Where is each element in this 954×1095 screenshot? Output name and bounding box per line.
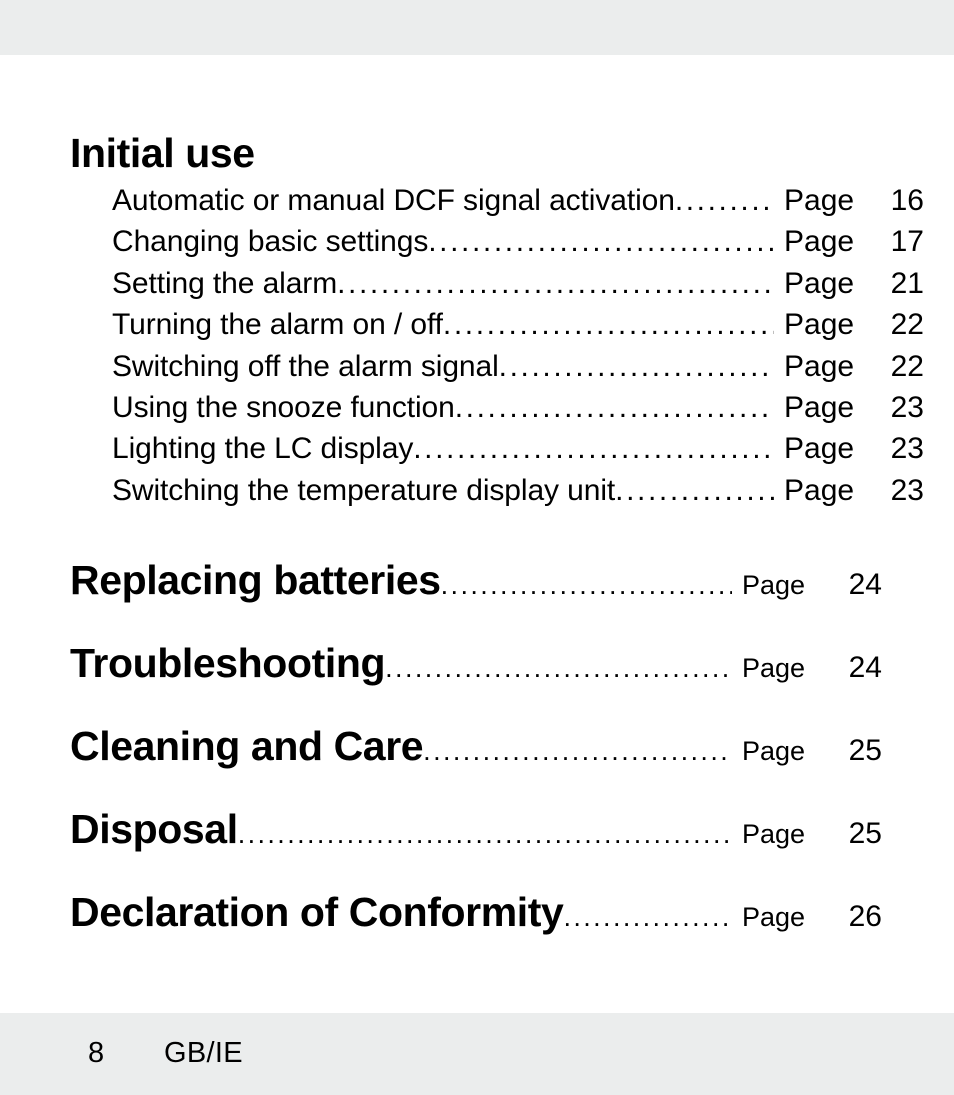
toc-major-page-label: Page bbox=[742, 902, 806, 933]
toc-major-page-label: Page bbox=[742, 653, 806, 684]
toc-dot-leader bbox=[499, 346, 774, 387]
toc-entry-label: Turning the alarm on / off bbox=[112, 308, 443, 342]
toc-entry-label: Switching the temperature display unit bbox=[112, 473, 616, 507]
toc-dot-leader bbox=[423, 736, 732, 767]
toc-sub-entry-list: Automatic or manual DCF signal activatio… bbox=[70, 180, 924, 511]
toc-major-entry[interactable]: Cleaning and Care Page 25 bbox=[70, 723, 882, 806]
toc-major-page-number: 24 bbox=[848, 651, 882, 685]
toc-entry-label: Changing basic settings bbox=[112, 225, 429, 259]
toc-major-page-label: Page bbox=[742, 819, 806, 850]
toc-entry-label: Lighting the LC display bbox=[112, 432, 414, 466]
footer-locale-label: GB/IE bbox=[164, 1037, 243, 1069]
toc-entry-page-number: 22 bbox=[890, 308, 924, 342]
toc-major-page-number: 24 bbox=[848, 568, 882, 602]
page-content: Initial use Automatic or manual DCF sign… bbox=[0, 55, 954, 1013]
toc-entry-page-label: Page bbox=[784, 473, 855, 507]
toc-section-initial-use: Initial use Automatic or manual DCF sign… bbox=[70, 130, 924, 511]
toc-entry-page-number: 17 bbox=[890, 225, 924, 259]
toc-dot-leader bbox=[238, 819, 732, 850]
toc-dot-leader bbox=[615, 470, 774, 511]
toc-major-entry[interactable]: Replacing batteries Page 24 bbox=[70, 557, 882, 640]
toc-entry-label: Setting the alarm bbox=[112, 266, 338, 300]
toc-entry-label: Automatic or manual DCF signal activatio… bbox=[112, 184, 675, 217]
toc-major-label: Cleaning and Care bbox=[70, 723, 424, 770]
toc-entry[interactable]: Lighting the LC display Page 23 bbox=[70, 428, 924, 469]
toc-major-page-number: 26 bbox=[848, 900, 882, 934]
toc-entry-label: Switching off the alarm signal bbox=[112, 349, 499, 383]
toc-major-label: Troubleshooting bbox=[70, 640, 386, 687]
toc-entry-page-label: Page bbox=[784, 391, 855, 425]
toc-entry[interactable]: Setting the alarm Page 21 bbox=[70, 263, 924, 304]
toc-entry-page-label: Page bbox=[784, 308, 855, 342]
toc-major-label: Disposal bbox=[70, 806, 238, 853]
toc-entry-page-label: Page bbox=[784, 266, 855, 300]
toc-entry-label: Using the snooze function bbox=[112, 391, 455, 425]
toc-entry-page-number: 16 bbox=[890, 184, 924, 217]
toc-dot-leader bbox=[413, 428, 774, 469]
toc-entry[interactable]: Switching off the alarm signal Page 22 bbox=[70, 346, 924, 387]
toc-dot-leader bbox=[385, 653, 732, 684]
toc-dot-leader bbox=[675, 180, 774, 221]
toc-major-entry[interactable]: Troubleshooting Page 24 bbox=[70, 640, 882, 723]
toc-entry[interactable]: Using the snooze function Page 23 bbox=[70, 387, 924, 428]
toc-major-page-label: Page bbox=[742, 570, 806, 601]
toc-entry-page-number: 21 bbox=[890, 266, 924, 300]
toc-major-page-label: Page bbox=[742, 736, 806, 767]
toc-dot-leader bbox=[428, 221, 774, 262]
footer-page-number: 8 bbox=[88, 1037, 105, 1069]
toc-major-heading-list: Replacing batteries Page 24 Troubleshoot… bbox=[70, 557, 882, 972]
toc-entry-page-label: Page bbox=[784, 432, 855, 466]
toc-entry-page-number: 22 bbox=[890, 349, 924, 383]
toc-dot-leader bbox=[455, 387, 774, 428]
page-footer: 8 GB/IE bbox=[0, 1013, 954, 1095]
toc-entry-page-number: 23 bbox=[890, 432, 924, 466]
toc-major-label: Replacing batteries bbox=[70, 557, 441, 604]
toc-major-entry[interactable]: Declaration of Conformity Page 26 bbox=[70, 889, 882, 972]
toc-entry[interactable]: Turning the alarm on / off Page 22 bbox=[70, 304, 924, 345]
toc-entry[interactable]: Automatic or manual DCF signal activatio… bbox=[70, 180, 924, 221]
toc-entry-page-number: 23 bbox=[890, 473, 924, 507]
toc-dot-leader bbox=[563, 902, 732, 933]
toc-dot-leader bbox=[337, 263, 774, 304]
toc-major-page-number: 25 bbox=[848, 734, 882, 768]
toc-entry-page-number: 23 bbox=[890, 391, 924, 425]
toc-entry-page-label: Page bbox=[784, 349, 855, 383]
top-margin-band bbox=[0, 0, 954, 55]
toc-entry[interactable]: Changing basic settings Page 17 bbox=[70, 221, 924, 262]
toc-major-page-number: 25 bbox=[848, 817, 882, 851]
toc-section-title: Initial use bbox=[70, 130, 255, 176]
toc-entry-page-label: Page bbox=[784, 184, 855, 217]
table-of-contents: Initial use Automatic or manual DCF sign… bbox=[70, 130, 924, 972]
toc-entry-page-label: Page bbox=[784, 225, 855, 259]
toc-major-entry[interactable]: Disposal Page 25 bbox=[70, 806, 882, 889]
toc-major-label: Declaration of Conformity bbox=[70, 889, 564, 936]
toc-entry[interactable]: Switching the temperature display unit P… bbox=[70, 470, 924, 511]
toc-dot-leader bbox=[441, 570, 732, 601]
toc-dot-leader bbox=[443, 304, 774, 345]
